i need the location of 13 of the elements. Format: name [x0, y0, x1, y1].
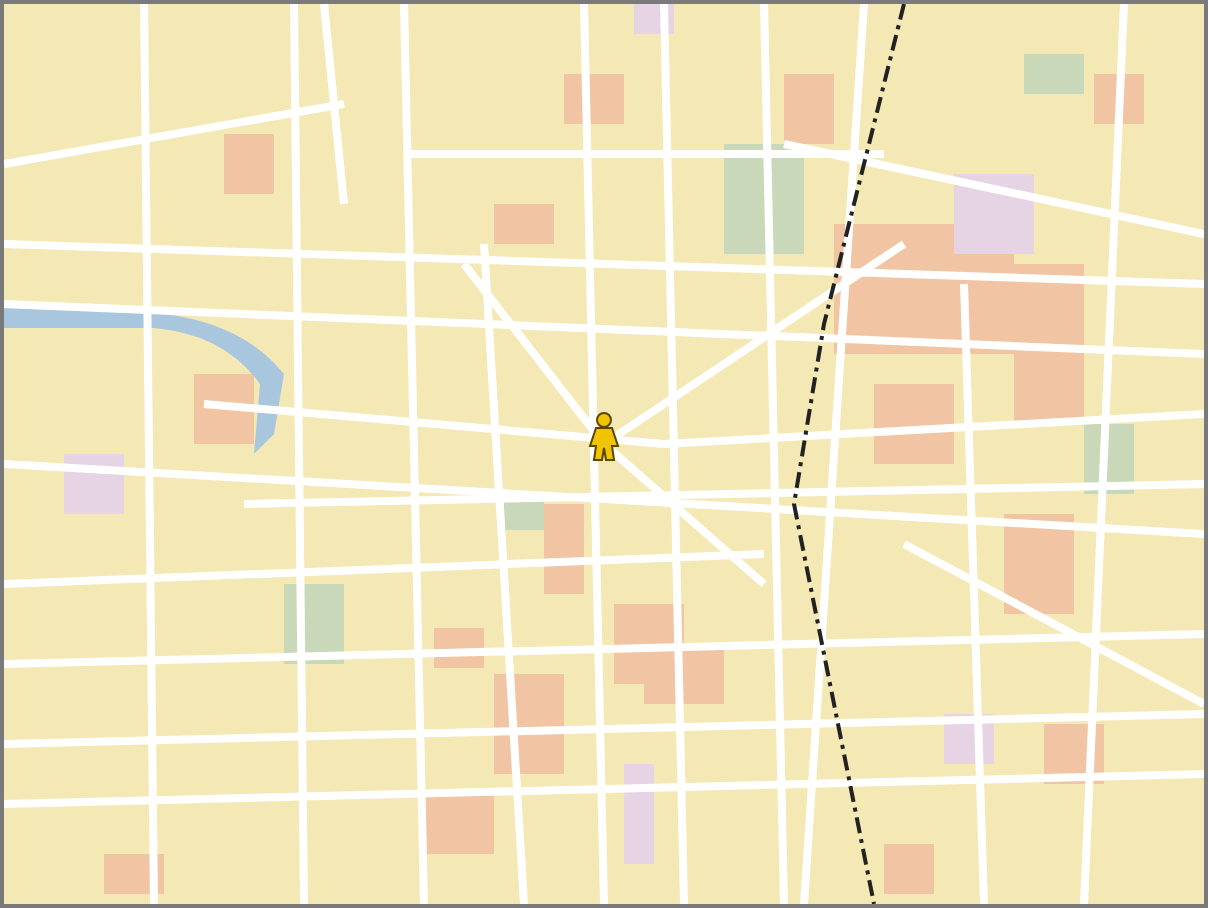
- building-block: [884, 844, 934, 894]
- building-block: [784, 74, 834, 144]
- campus-area: [624, 764, 654, 864]
- building-block: [544, 504, 584, 594]
- park-area: [504, 500, 544, 530]
- campus-area: [954, 174, 1034, 254]
- park-area: [1024, 54, 1084, 94]
- person-marker-icon[interactable]: [588, 412, 620, 461]
- building-block: [424, 794, 494, 854]
- building-block: [494, 204, 554, 244]
- building-block: [224, 134, 274, 194]
- building-block: [874, 384, 954, 464]
- building-block: [194, 374, 254, 444]
